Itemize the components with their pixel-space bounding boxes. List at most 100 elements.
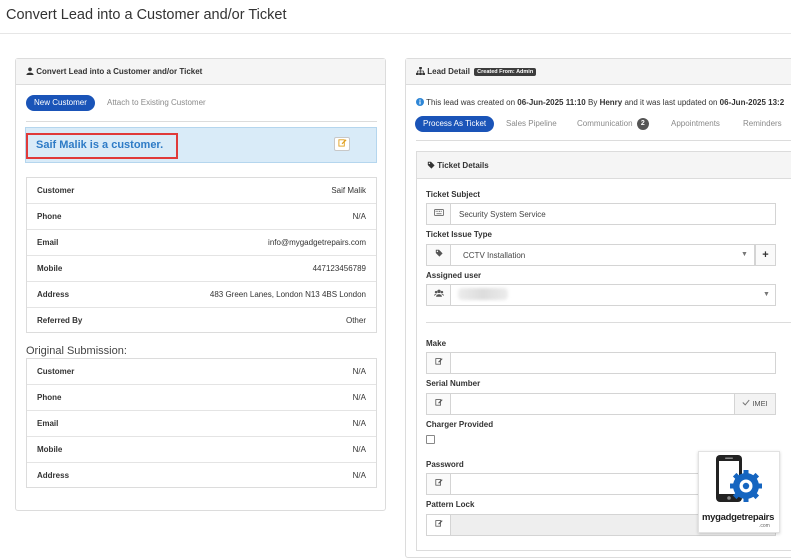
imei-button[interactable]: IMEI: [734, 393, 776, 415]
ticket-details-header: Ticket Details: [416, 151, 791, 179]
lead-detail-panel-header: Lead Detail Created From: Admin: [406, 59, 791, 85]
keyboard-icon: [427, 204, 451, 224]
tab-communication-label: Communication: [577, 119, 633, 128]
created-from-badge: Created From: Admin: [474, 68, 537, 76]
edit-icon: [427, 353, 451, 373]
row-label: Referred By: [37, 316, 83, 325]
table-row: Mobile N/A: [27, 437, 376, 463]
info-by: By: [587, 98, 598, 108]
info-middle: and it was last updated on: [624, 98, 718, 108]
row-label: Address: [37, 290, 70, 299]
customer-status-text: Saif Malik is a customer.: [36, 139, 164, 151]
brand-logo-suffix: .com: [759, 523, 770, 529]
row-label: Customer: [37, 186, 75, 195]
convert-lead-panel-title: Convert Lead into a Customer and/or Tick…: [36, 67, 203, 77]
tab-communication[interactable]: Communication 2: [577, 116, 649, 132]
row-label: Phone: [37, 212, 62, 221]
updated-date: 06-Jun-2025 13:2: [719, 98, 785, 108]
table-row: Phone N/A: [27, 385, 376, 411]
tab-appointments[interactable]: Appointments: [671, 116, 720, 132]
users-icon: [427, 285, 451, 305]
table-row: Address N/A: [27, 463, 376, 489]
table-row: Customer N/A: [27, 359, 376, 385]
edit-icon: [337, 138, 347, 151]
lead-info-text: This lead was created on 06-Jun-2025 11:…: [416, 98, 791, 108]
table-row: Email info@mygadgetrepairs.com: [27, 230, 376, 256]
row-value: N/A: [352, 212, 366, 221]
ticket-issue-type-select[interactable]: CCTV Installation ▼: [426, 244, 755, 266]
row-value: N/A: [352, 367, 366, 376]
original-submission-table: Customer N/A Phone N/A Email N/A Mobile …: [26, 358, 377, 488]
tag-icon: [427, 161, 435, 171]
row-label: Mobile: [37, 264, 63, 273]
created-date: 06-Jun-2025 11:10: [517, 98, 586, 108]
password-label: Password: [426, 460, 464, 469]
communication-count-badge: 2: [636, 117, 649, 130]
row-value: Other: [345, 316, 366, 325]
row-label: Mobile: [37, 445, 63, 454]
table-row: Address 483 Green Lanes, London N13 4BS …: [27, 282, 376, 308]
pattern-lock-label: Pattern Lock: [426, 500, 475, 509]
tag-icon: [427, 245, 451, 265]
tab-reminders[interactable]: Reminders: [743, 116, 782, 132]
row-value: Saif Malik: [331, 186, 366, 195]
add-issue-type-button[interactable]: +: [755, 244, 776, 266]
row-value: info@mygadgetrepairs.com: [268, 238, 366, 247]
row-value: 483 Green Lanes, London N13 4BS London: [209, 290, 366, 299]
row-label: Customer: [37, 367, 75, 376]
tab-attach-existing-customer[interactable]: Attach to Existing Customer: [107, 95, 206, 111]
edit-customer-button[interactable]: [334, 137, 350, 151]
ticket-details-title: Ticket Details: [437, 161, 489, 171]
brand-logo-text: mygadgetrepairs: [702, 512, 775, 523]
imei-button-label: IMEI: [752, 399, 768, 408]
table-row: Phone N/A: [27, 204, 376, 230]
table-row: Referred By Other: [27, 308, 376, 334]
make-label: Make: [426, 339, 447, 348]
row-label: Email: [37, 238, 59, 247]
divider: [26, 121, 377, 122]
table-row: Customer Saif Malik: [27, 178, 376, 204]
ticket-issue-type-value: CCTV Installation: [463, 251, 526, 260]
customer-details-table: Customer Saif Malik Phone N/A Email info…: [26, 177, 377, 333]
edit-icon: [427, 474, 451, 494]
row-label: Email: [37, 419, 59, 428]
plus-icon: +: [762, 249, 769, 261]
ticket-subject-field[interactable]: Security System Service: [426, 203, 776, 225]
sitemap-icon: [416, 67, 425, 77]
row-value: N/A: [352, 445, 366, 454]
convert-lead-panel-header: Convert Lead into a Customer and/or Tick…: [16, 59, 385, 85]
divider: [416, 140, 791, 141]
page-title: Convert Lead into a Customer and/or Tick…: [6, 7, 287, 23]
lead-detail-title: Lead Detail: [427, 67, 470, 77]
serial-number-field[interactable]: [426, 393, 735, 415]
ticket-subject-input[interactable]: Security System Service: [459, 210, 546, 219]
charger-provided-label: Charger Provided: [426, 420, 494, 429]
chevron-down-icon: ▼: [763, 291, 770, 298]
tab-process-as-ticket[interactable]: Process As Ticket: [415, 116, 495, 132]
row-value: N/A: [352, 393, 366, 402]
user-icon: [26, 67, 34, 77]
check-icon: [742, 394, 750, 414]
tab-sales-pipeline[interactable]: Sales Pipeline: [506, 116, 557, 132]
serial-number-label: Serial Number: [426, 379, 481, 388]
phone-gear-logo-icon: [716, 455, 762, 502]
created-by-user: Henry: [599, 98, 623, 108]
row-label: Address: [37, 471, 70, 480]
chevron-down-icon: ▼: [741, 251, 748, 258]
row-value: N/A: [352, 471, 366, 480]
edit-icon: [427, 394, 451, 414]
row-label: Phone: [37, 393, 62, 402]
info-icon: [416, 98, 424, 108]
ticket-issue-type-label: Ticket Issue Type: [426, 230, 492, 239]
assigned-user-label: Assigned user: [426, 271, 482, 280]
row-value: N/A: [352, 419, 366, 428]
ticket-subject-label: Ticket Subject: [426, 190, 481, 199]
divider: [426, 322, 791, 323]
charger-provided-checkbox[interactable]: [426, 435, 435, 444]
original-submission-heading: Original Submission:: [26, 345, 127, 357]
make-field[interactable]: [426, 352, 776, 374]
tab-new-customer[interactable]: New Customer: [26, 95, 95, 111]
info-prefix: This lead was created on: [426, 98, 516, 108]
edit-icon: [427, 515, 451, 535]
assigned-user-value-redacted: [458, 288, 508, 300]
